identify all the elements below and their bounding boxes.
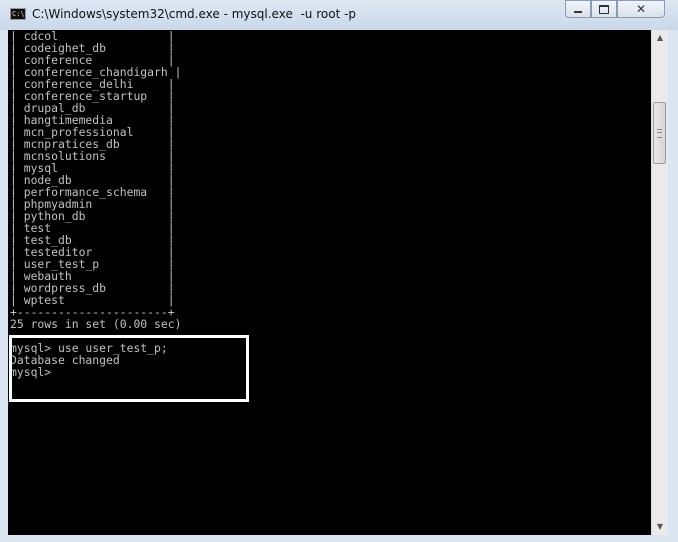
close-icon: ✕: [635, 2, 647, 16]
maximize-button[interactable]: [591, 0, 617, 18]
cmd-icon[interactable]: C:\: [10, 8, 26, 20]
scroll-up-icon[interactable]: ▲: [652, 30, 668, 46]
console-output[interactable]: | cdcol | | codeighet_db | | conference | |…: [8, 30, 651, 535]
grip-icon: [657, 129, 662, 138]
scroll-down-icon[interactable]: ▼: [652, 519, 668, 535]
scroll-thumb[interactable]: [653, 102, 666, 164]
console-line: 25 rows in set (0.00 sec): [10, 317, 182, 331]
minimize-button[interactable]: [565, 0, 591, 18]
maximize-icon: [599, 4, 609, 14]
window-frame-left: [0, 30, 8, 535]
minimize-icon: [574, 10, 582, 13]
vertical-scrollbar[interactable]: ▲ ▼: [651, 30, 668, 535]
window-frame-right: [668, 30, 678, 542]
window-title: C:\Windows\system32\cmd.exe - mysql.exe …: [32, 7, 357, 21]
close-button[interactable]: ✕: [617, 0, 665, 18]
title-bar[interactable]: C:\ C:\Windows\system32\cmd.exe - mysql.…: [0, 0, 678, 31]
window-frame-bottom: [0, 535, 678, 542]
highlight-box: [9, 335, 249, 402]
console-lines: | cdcol | | codeighet_db | | conference | |…: [10, 30, 181, 378]
